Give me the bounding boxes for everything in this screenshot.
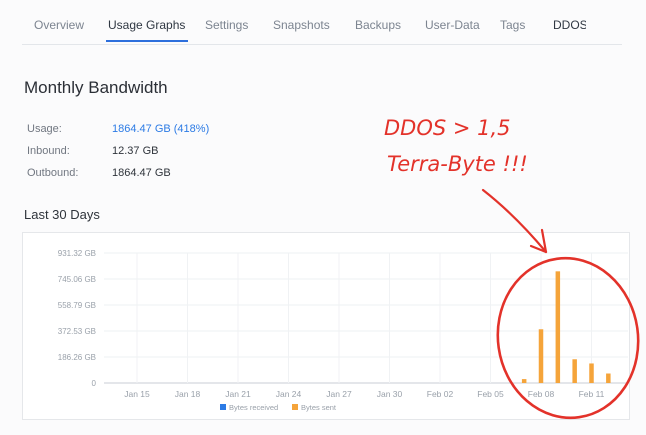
x-tick-label: Jan 24 (276, 389, 302, 399)
y-tick-label: 0 (92, 379, 97, 388)
bar-bytes-sent (555, 271, 561, 383)
y-tick-label: 186.26 GB (58, 353, 96, 362)
x-tick-label: Jan 15 (124, 389, 150, 399)
bar-bytes-sent (521, 379, 527, 383)
x-tick-label: Jan 27 (326, 389, 352, 399)
y-tick-label: 931.32 GB (58, 249, 96, 258)
bar-bytes-sent (572, 359, 577, 383)
bar-bytes-sent (606, 373, 611, 383)
bar-bytes-sent (589, 363, 594, 383)
x-tick-label: Feb 11 (579, 389, 605, 399)
x-tick-label: Feb 05 (477, 389, 504, 399)
annotation-arrow-shaft (481, 188, 548, 254)
annotation-circle (496, 256, 640, 420)
legend-label-received: Bytes received (229, 403, 278, 412)
x-tick-label: Feb 08 (528, 389, 555, 399)
x-tick-label: Jan 18 (175, 389, 201, 399)
page: Overview Usage Graphs Settings Snapshots… (0, 0, 646, 435)
y-tick-label: 745.06 GB (58, 275, 96, 284)
y-tick-label: 372.53 GB (58, 327, 96, 336)
x-tick-label: Jan 30 (377, 389, 403, 399)
x-tick-label: Feb 02 (427, 389, 454, 399)
bar-bytes-sent (538, 329, 544, 383)
x-tick-label: Jan 21 (225, 389, 251, 399)
y-tick-label: 558.79 GB (58, 301, 96, 310)
bandwidth-chart: 931.32 GB 745.06 GB 558.79 GB 372.53 GB 186.… (58, 188, 640, 420)
annotation-line-2: Terra-Byte !!! (387, 152, 528, 176)
legend-swatch-received (220, 404, 226, 410)
legend-swatch-sent (292, 404, 298, 410)
annotation-line-1: DDOS > 1,5 (384, 116, 511, 140)
legend-label-sent: Bytes sent (301, 403, 337, 412)
